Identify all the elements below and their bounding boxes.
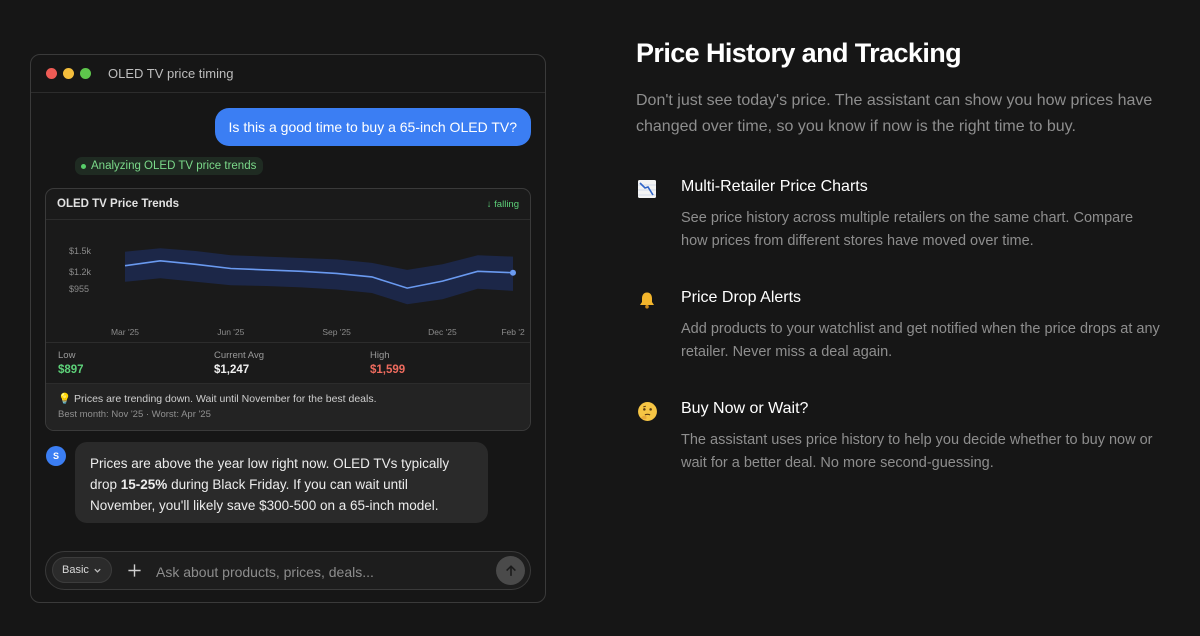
status-dot-icon bbox=[81, 163, 86, 169]
maximize-window-button[interactable] bbox=[80, 68, 91, 79]
stat-high-label: High bbox=[370, 350, 390, 361]
thinking-face-icon bbox=[636, 400, 658, 422]
stat-low: Low $897 bbox=[58, 350, 84, 376]
stat-avg-label: Current Avg bbox=[214, 350, 264, 361]
trend-badge: ↓ falling bbox=[486, 198, 519, 210]
feature-description: The assistant uses price history to help… bbox=[681, 432, 1153, 471]
assistant-message: Prices are above the year low right now.… bbox=[75, 442, 488, 523]
window-title: OLED TV price timing bbox=[108, 66, 234, 81]
price-stats: Low $897 Current Avg $1,247 High $1,599 bbox=[46, 342, 530, 383]
status-pill-label: Analyzing OLED TV price trends bbox=[91, 160, 257, 172]
assistant-message-highlight: 15-25% bbox=[120, 477, 168, 492]
lightbulb-icon: 💡 bbox=[58, 393, 72, 405]
message-input[interactable] bbox=[154, 558, 488, 585]
buying-tip: 💡 Prices are trending down. Wait until N… bbox=[46, 383, 530, 430]
plus-icon bbox=[127, 563, 141, 577]
x-tick-label: Sep '25 bbox=[322, 327, 351, 337]
y-tick-label: $1.2k bbox=[69, 267, 92, 277]
tip-subtext: Best month: Nov '25 · Worst: Apr '25 bbox=[58, 409, 211, 420]
price-chart: $1.5k $1.2k $955 Mar '25 Jun '25 Sep '25 Dec … bbox=[69, 246, 525, 337]
stat-avg-value: $1,247 bbox=[214, 364, 250, 376]
feature-description: See price history across multiple retail… bbox=[681, 210, 1134, 249]
chart-card-header: OLED TV Price Trends ↓ falling bbox=[46, 189, 530, 220]
stat-current-avg: Current Avg $1,247 bbox=[214, 350, 264, 376]
composer: Basic bbox=[45, 551, 531, 590]
avatar: S bbox=[46, 446, 66, 466]
feature-title: Buy Now or Wait? bbox=[681, 400, 809, 417]
close-window-button[interactable] bbox=[46, 68, 57, 79]
bell-icon bbox=[636, 289, 658, 311]
lead-paragraph: Don't just see today's price. The assist… bbox=[636, 92, 1153, 135]
stat-high: High $1,599 bbox=[370, 350, 405, 376]
chat-window: OLED TV price timing Is this a good time… bbox=[30, 54, 546, 603]
feature-title: Price Drop Alerts bbox=[681, 289, 802, 306]
status-pill: Analyzing OLED TV price trends bbox=[75, 157, 264, 175]
title-bar: OLED TV price timing bbox=[31, 55, 545, 93]
tip-line: 💡 Prices are trending down. Wait until N… bbox=[58, 392, 518, 405]
feature-description: Add products to your watchlist and get n… bbox=[681, 321, 1160, 360]
tip-text: Prices are trending down. Wait until Nov… bbox=[74, 393, 377, 405]
page-title: Price History and Tracking bbox=[636, 38, 962, 68]
feature-title: Multi-Retailer Price Charts bbox=[681, 178, 868, 195]
send-button[interactable] bbox=[496, 556, 525, 585]
x-tick-label: Dec '25 bbox=[428, 327, 457, 337]
stat-high-value: $1,599 bbox=[370, 364, 406, 376]
chevron-down-icon bbox=[94, 568, 101, 573]
current-price-point bbox=[510, 269, 516, 276]
stat-low-value: $897 bbox=[58, 364, 84, 376]
chart-title: OLED TV Price Trends bbox=[57, 198, 180, 210]
user-message: Is this a good time to buy a 65-inch OLE… bbox=[214, 108, 531, 146]
add-attachment-button[interactable] bbox=[123, 559, 145, 581]
y-tick-label: $1.5k bbox=[69, 246, 92, 256]
y-tick-label: $955 bbox=[69, 284, 89, 294]
stat-low-label: Low bbox=[58, 350, 76, 361]
arrow-up-icon bbox=[505, 564, 516, 576]
mode-select-button[interactable]: Basic bbox=[52, 557, 112, 583]
minimize-window-button[interactable] bbox=[63, 68, 74, 79]
price-chart-card: OLED TV Price Trends ↓ falling $1.5k $1.2… bbox=[45, 188, 531, 431]
x-tick-label: Feb '2 bbox=[501, 327, 525, 337]
chart-decreasing-icon bbox=[636, 178, 658, 200]
x-tick-label: Mar '25 bbox=[111, 327, 139, 337]
mode-label: Basic bbox=[62, 564, 89, 576]
price-range-band bbox=[125, 248, 513, 305]
x-tick-label: Jun '25 bbox=[217, 327, 244, 337]
